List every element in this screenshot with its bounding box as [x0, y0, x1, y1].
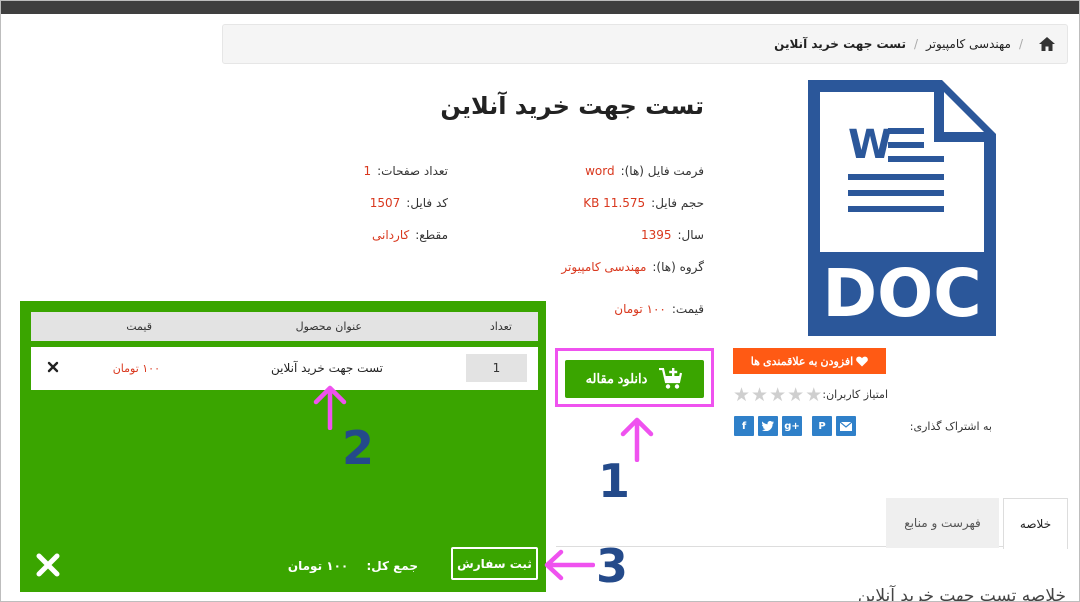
callout-number-3: 3: [596, 539, 629, 593]
cart-item-row: تست جهت خرید آنلاین ۱۰۰ تومان: [31, 347, 538, 390]
cart-item-quantity-input[interactable]: [466, 354, 527, 382]
pinterest-icon[interactable]: P: [812, 416, 832, 436]
cart-total: جمع کل: ۱۰۰ تومان: [288, 559, 418, 573]
facebook-icon[interactable]: f: [734, 416, 754, 436]
star-icon[interactable]: ★: [769, 386, 786, 405]
download-button-label: دانلود مقاله: [585, 371, 648, 386]
spec-group-label: گروه (ها):: [652, 260, 704, 274]
callout-arrow-left-icon: [544, 549, 595, 581]
spec-size: حجم فایل: 11.575 KB: [583, 196, 704, 210]
cart-item-title: تست جهت خرید آنلاین: [271, 361, 383, 375]
cart-plus-icon: [659, 368, 683, 389]
add-to-wishlist-button[interactable]: افزودن به علاقمندی ها: [733, 348, 886, 374]
spec-pages-value: 1: [363, 164, 372, 178]
share-buttons: f g+ P: [734, 416, 856, 436]
spec-year: سال: 1395: [641, 228, 704, 242]
word-doc-icon: W DOC: [808, 80, 996, 336]
heart-icon: [856, 356, 869, 366]
cart-item-price: ۱۰۰ تومان: [112, 362, 160, 375]
breadcrumb-separator: /: [913, 37, 918, 51]
submit-order-button[interactable]: ثبت سفارش: [451, 547, 538, 580]
summary-heading: خلاصه تست جهت خرید آنلاین: [857, 586, 1066, 602]
cart-table-header: تعداد عنوان محصول قیمت: [31, 312, 538, 341]
star-icon[interactable]: ★: [787, 386, 804, 405]
breadcrumb-category-link[interactable]: مهندسی کامپیوتر: [926, 37, 1011, 51]
cart-popup: تعداد عنوان محصول قیمت تست جهت خرید آنلا…: [20, 301, 546, 592]
cart-column-qty: تعداد: [489, 320, 512, 333]
callout-number-1: 1: [598, 454, 631, 508]
product-title: تست جهت خرید آنلاین: [440, 92, 704, 120]
spec-year-label: سال:: [677, 228, 704, 242]
star-icon[interactable]: ★: [805, 386, 822, 405]
top-bar: [0, 0, 1080, 14]
spec-year-value: 1395: [640, 228, 672, 242]
doc-icon-label: DOC: [822, 255, 981, 332]
spec-group: گروه (ها): مهندسی کامپیوتر: [561, 260, 704, 274]
callout-number-2: 2: [342, 421, 375, 475]
tab-summary[interactable]: خلاصه: [1003, 498, 1068, 549]
email-icon[interactable]: [836, 416, 856, 436]
rating-stars[interactable]: ★ ★ ★ ★ ★: [733, 386, 822, 405]
cart-column-title: عنوان محصول: [295, 320, 362, 333]
doc-icon-letter: W: [848, 122, 892, 168]
star-icon[interactable]: ★: [733, 386, 750, 405]
breadcrumb: / مهندسی کامپیوتر / تست جهت خرید آنلاین: [222, 24, 1068, 64]
rating-label: امتیاز کاربران:: [822, 388, 888, 401]
spec-grade: مقطع: کاردانی: [372, 228, 448, 242]
spec-code-value: 1507: [369, 196, 401, 210]
spec-code-label: کد فایل:: [406, 196, 448, 210]
spec-format-label: فرمت فایل (ها):: [620, 164, 704, 178]
tab-index-and-sources[interactable]: فهرست و منابع: [886, 498, 999, 548]
remove-item-icon[interactable]: [45, 359, 61, 375]
spec-price-value: ۱۰۰ تومان: [614, 302, 666, 316]
spec-code: کد فایل: 1507: [370, 196, 448, 210]
twitter-icon[interactable]: [758, 416, 778, 436]
spec-size-label: حجم فایل:: [651, 196, 704, 210]
spec-grade-value: کاردانی: [372, 228, 410, 242]
google-plus-icon[interactable]: g+: [782, 416, 802, 436]
spec-pages-label: تعداد صفحات:: [377, 164, 448, 178]
spec-price: قیمت: ۱۰۰ تومان: [614, 302, 704, 316]
download-button[interactable]: دانلود مقاله: [565, 360, 704, 398]
breadcrumb-separator: /: [1018, 37, 1023, 51]
cart-total-label: جمع کل:: [366, 559, 418, 573]
spec-format: فرمت فایل (ها): word: [585, 164, 704, 178]
wishlist-label: افزودن به علاقمندی ها: [750, 355, 854, 368]
spec-pages: تعداد صفحات: 1: [363, 164, 448, 178]
share-label: به اشتراک گذاری:: [909, 420, 992, 433]
spec-format-value: word: [585, 164, 615, 178]
home-icon[interactable]: [1039, 37, 1055, 51]
spec-grade-label: مقطع:: [415, 228, 448, 242]
cart-total-value: ۱۰۰ تومان: [287, 559, 349, 573]
close-icon[interactable]: [34, 551, 62, 579]
cart-column-price: قیمت: [126, 320, 152, 333]
breadcrumb-current: تست جهت خرید آنلاین: [774, 37, 906, 51]
spec-size-value: 11.575 KB: [583, 196, 646, 210]
spec-group-value[interactable]: مهندسی کامپیوتر: [561, 260, 646, 274]
star-icon[interactable]: ★: [751, 386, 768, 405]
spec-price-label: قیمت:: [671, 302, 704, 316]
